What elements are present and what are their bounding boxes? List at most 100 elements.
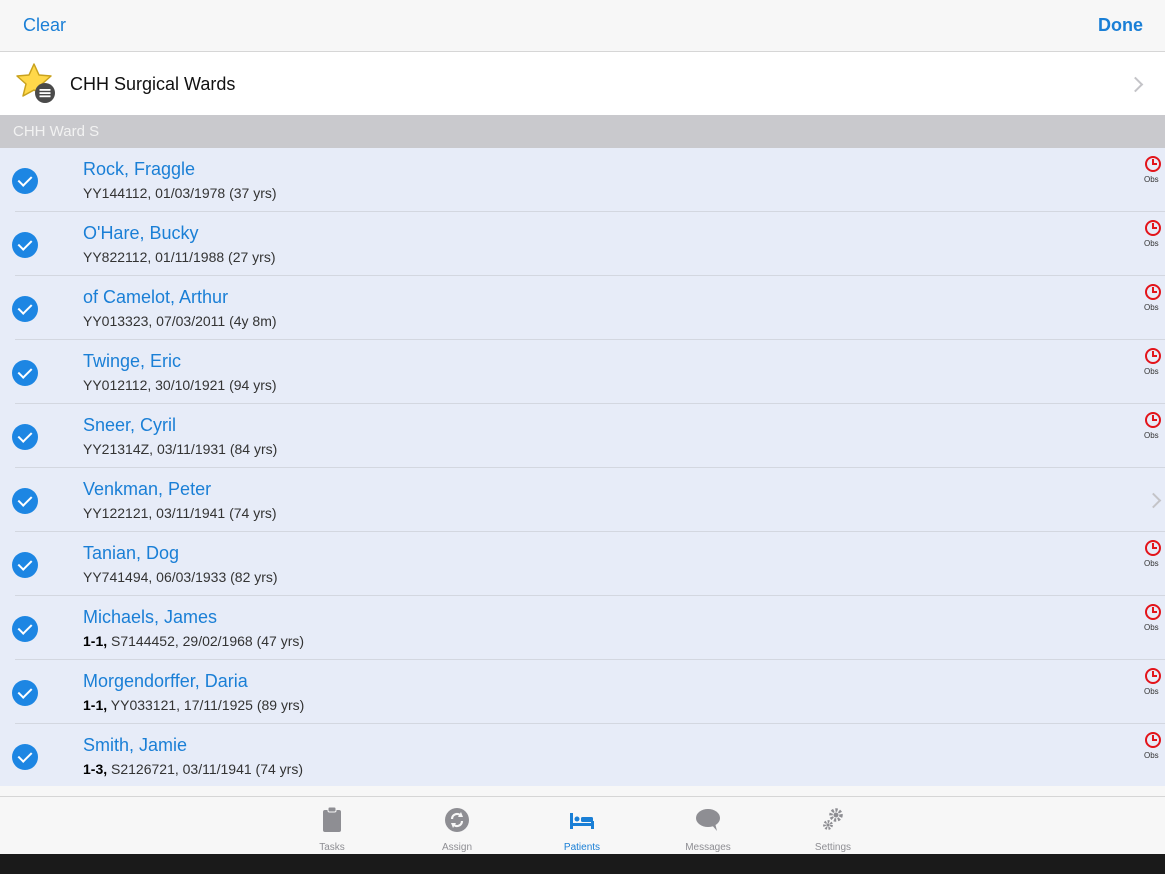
patient-id-dob: YY013323, 07/03/2011 (4y 8m) <box>83 313 277 329</box>
bottom-bezel <box>0 854 1165 874</box>
patient-detail: YY21314Z, 03/11/1931 (84 yrs) <box>83 441 277 457</box>
patient-observation-frequency: 1-1, <box>83 633 108 649</box>
checkmark-icon[interactable] <box>12 232 38 258</box>
star-list-icon <box>16 63 55 103</box>
obs-due-indicator: Obs <box>1137 348 1165 388</box>
tab-tasks[interactable]: Tasks <box>287 797 377 854</box>
obs-due-indicator: Obs <box>1137 156 1165 196</box>
obs-label: Obs <box>1144 367 1159 376</box>
clock-icon <box>1145 732 1161 748</box>
checkmark-icon[interactable] <box>12 552 38 578</box>
clear-button[interactable]: Clear <box>23 15 66 36</box>
speech-bubble-icon <box>696 809 720 831</box>
obs-due-indicator: Obs <box>1137 540 1165 580</box>
tab-assign[interactable]: Assign <box>412 797 502 854</box>
checkmark-icon[interactable] <box>12 616 38 642</box>
patient-name: Tanian, Dog <box>83 543 180 563</box>
patient-detail: 1-1, YY033121, 17/11/1925 (89 yrs) <box>83 697 304 713</box>
patient-name: Michaels, James <box>83 607 218 627</box>
patient-row[interactable]: Smith, Jamie 1-3, S2126721, 03/11/1941 (7… <box>0 724 1165 788</box>
clock-icon <box>1145 284 1161 300</box>
patient-id-dob: S2126721, 03/11/1941 (74 yrs) <box>107 761 304 777</box>
patient-name: Rock, Fraggle <box>83 159 196 179</box>
tab-bar: Tasks Assign Patients Messages Settings <box>0 796 1165 854</box>
obs-label: Obs <box>1144 175 1159 184</box>
checkmark-icon[interactable] <box>12 744 38 770</box>
patient-id-dob: YY144112, 01/03/1978 (37 yrs) <box>83 185 277 201</box>
patient-name: Morgendorffer, Daria <box>83 671 248 691</box>
assign-icon <box>445 808 469 832</box>
checkmark-icon[interactable] <box>12 424 38 450</box>
patient-id-dob: YY741494, 06/03/1933 (82 yrs) <box>83 569 278 585</box>
clock-icon <box>1145 348 1161 364</box>
patient-detail: YY822112, 01/11/1988 (27 yrs) <box>83 249 276 265</box>
clipboard-icon <box>323 806 341 832</box>
ward-selector-row[interactable]: CHH Surgical Wards <box>0 52 1165 115</box>
section-title: CHH Ward S <box>13 123 100 140</box>
clock-icon <box>1145 156 1161 172</box>
obs-label: Obs <box>1144 559 1159 568</box>
tab-label-messages: Messages <box>685 842 731 853</box>
obs-label: Obs <box>1144 431 1159 440</box>
patient-detail: YY122121, 03/11/1941 (74 yrs) <box>83 505 277 521</box>
patient-row[interactable]: Morgendorffer, Daria 1-1, YY033121, 17/11… <box>0 660 1165 724</box>
patient-id-dob: S7144452, 29/02/1968 (47 yrs) <box>107 633 305 649</box>
patient-row[interactable]: Twinge, Eric YY012112, 30/10/1921 (94 yrs… <box>0 340 1165 404</box>
patient-id-dob: YY822112, 01/11/1988 (27 yrs) <box>83 249 276 265</box>
obs-due-indicator: Obs <box>1137 220 1165 260</box>
tab-patients[interactable]: Patients <box>537 797 627 854</box>
patient-observation-frequency: 1-1, <box>83 697 108 713</box>
obs-due-indicator: Obs <box>1137 668 1165 708</box>
checkmark-icon[interactable] <box>12 488 38 514</box>
clock-icon <box>1145 540 1161 556</box>
patient-list: Rock, Fraggle YY144112, 01/03/1978 (37 yr… <box>0 148 1165 786</box>
obs-due-indicator: Obs <box>1137 732 1165 772</box>
patient-name: Smith, Jamie <box>83 735 188 755</box>
tab-settings[interactable]: Settings <box>788 797 878 854</box>
patient-detail: YY741494, 06/03/1933 (82 yrs) <box>83 569 278 585</box>
patient-row[interactable]: Sneer, Cyril YY21314Z, 03/11/1931 (84 yrs… <box>0 404 1165 468</box>
gears-icon <box>823 808 843 830</box>
done-button[interactable]: Done <box>1098 15 1143 36</box>
patient-row[interactable]: Rock, Fraggle YY144112, 01/03/1978 (37 yr… <box>0 148 1165 212</box>
patient-row[interactable]: of Camelot, Arthur YY013323, 07/03/2011 (… <box>0 276 1165 340</box>
obs-label: Obs <box>1144 687 1159 696</box>
patient-detail: YY144112, 01/03/1978 (37 yrs) <box>83 185 277 201</box>
patient-name: Twinge, Eric <box>83 351 182 371</box>
obs-label: Obs <box>1144 239 1159 248</box>
patient-row[interactable]: O'Hare, Bucky YY822112, 01/11/1988 (27 yr… <box>0 212 1165 276</box>
checkmark-icon[interactable] <box>12 360 38 386</box>
obs-due-indicator: Obs <box>1137 412 1165 452</box>
patient-name: of Camelot, Arthur <box>83 287 229 307</box>
chevron-right-icon <box>1145 492 1162 509</box>
section-header: CHH Ward S <box>0 115 1165 148</box>
nav-bar: Clear Done <box>0 0 1165 52</box>
obs-label: Obs <box>1144 303 1159 312</box>
ward-selector-label: CHH Surgical Wards <box>70 74 236 94</box>
tab-messages[interactable]: Messages <box>663 797 753 854</box>
patient-detail: YY013323, 07/03/2011 (4y 8m) <box>83 313 277 329</box>
tab-label-assign: Assign <box>441 842 472 853</box>
obs-due-indicator: Obs <box>1137 284 1165 324</box>
patient-id-dob: YY033121, 17/11/1925 (89 yrs) <box>107 697 305 713</box>
obs-due-indicator: Obs <box>1137 604 1165 644</box>
clock-icon <box>1145 604 1161 620</box>
obs-label: Obs <box>1144 623 1159 632</box>
obs-label: Obs <box>1144 751 1159 760</box>
clock-icon <box>1145 220 1161 236</box>
patient-id-dob: YY122121, 03/11/1941 (74 yrs) <box>83 505 277 521</box>
patient-row[interactable]: Venkman, Peter YY122121, 03/11/1941 (74 y… <box>0 468 1165 532</box>
patient-id-dob: YY012112, 30/10/1921 (94 yrs) <box>83 377 277 393</box>
clock-icon <box>1145 412 1161 428</box>
checkmark-icon[interactable] <box>12 168 38 194</box>
checkmark-icon[interactable] <box>12 296 38 322</box>
tab-label-tasks: Tasks <box>319 842 345 853</box>
tab-label-patients: Patients <box>563 842 601 853</box>
patient-observation-frequency: 1-3, <box>83 761 108 777</box>
bed-icon <box>570 813 594 829</box>
patient-detail: 1-3, S2126721, 03/11/1941 (74 yrs) <box>83 761 303 777</box>
patient-row[interactable]: Tanian, Dog YY741494, 06/03/1933 (82 yrs)… <box>0 532 1165 596</box>
patient-row[interactable]: Michaels, James 1-1, S7144452, 29/02/1968… <box>0 596 1165 660</box>
checkmark-icon[interactable] <box>12 680 38 706</box>
app-window: Clear Done CHH Surgical Wards CHH Ward S… <box>0 0 1165 854</box>
